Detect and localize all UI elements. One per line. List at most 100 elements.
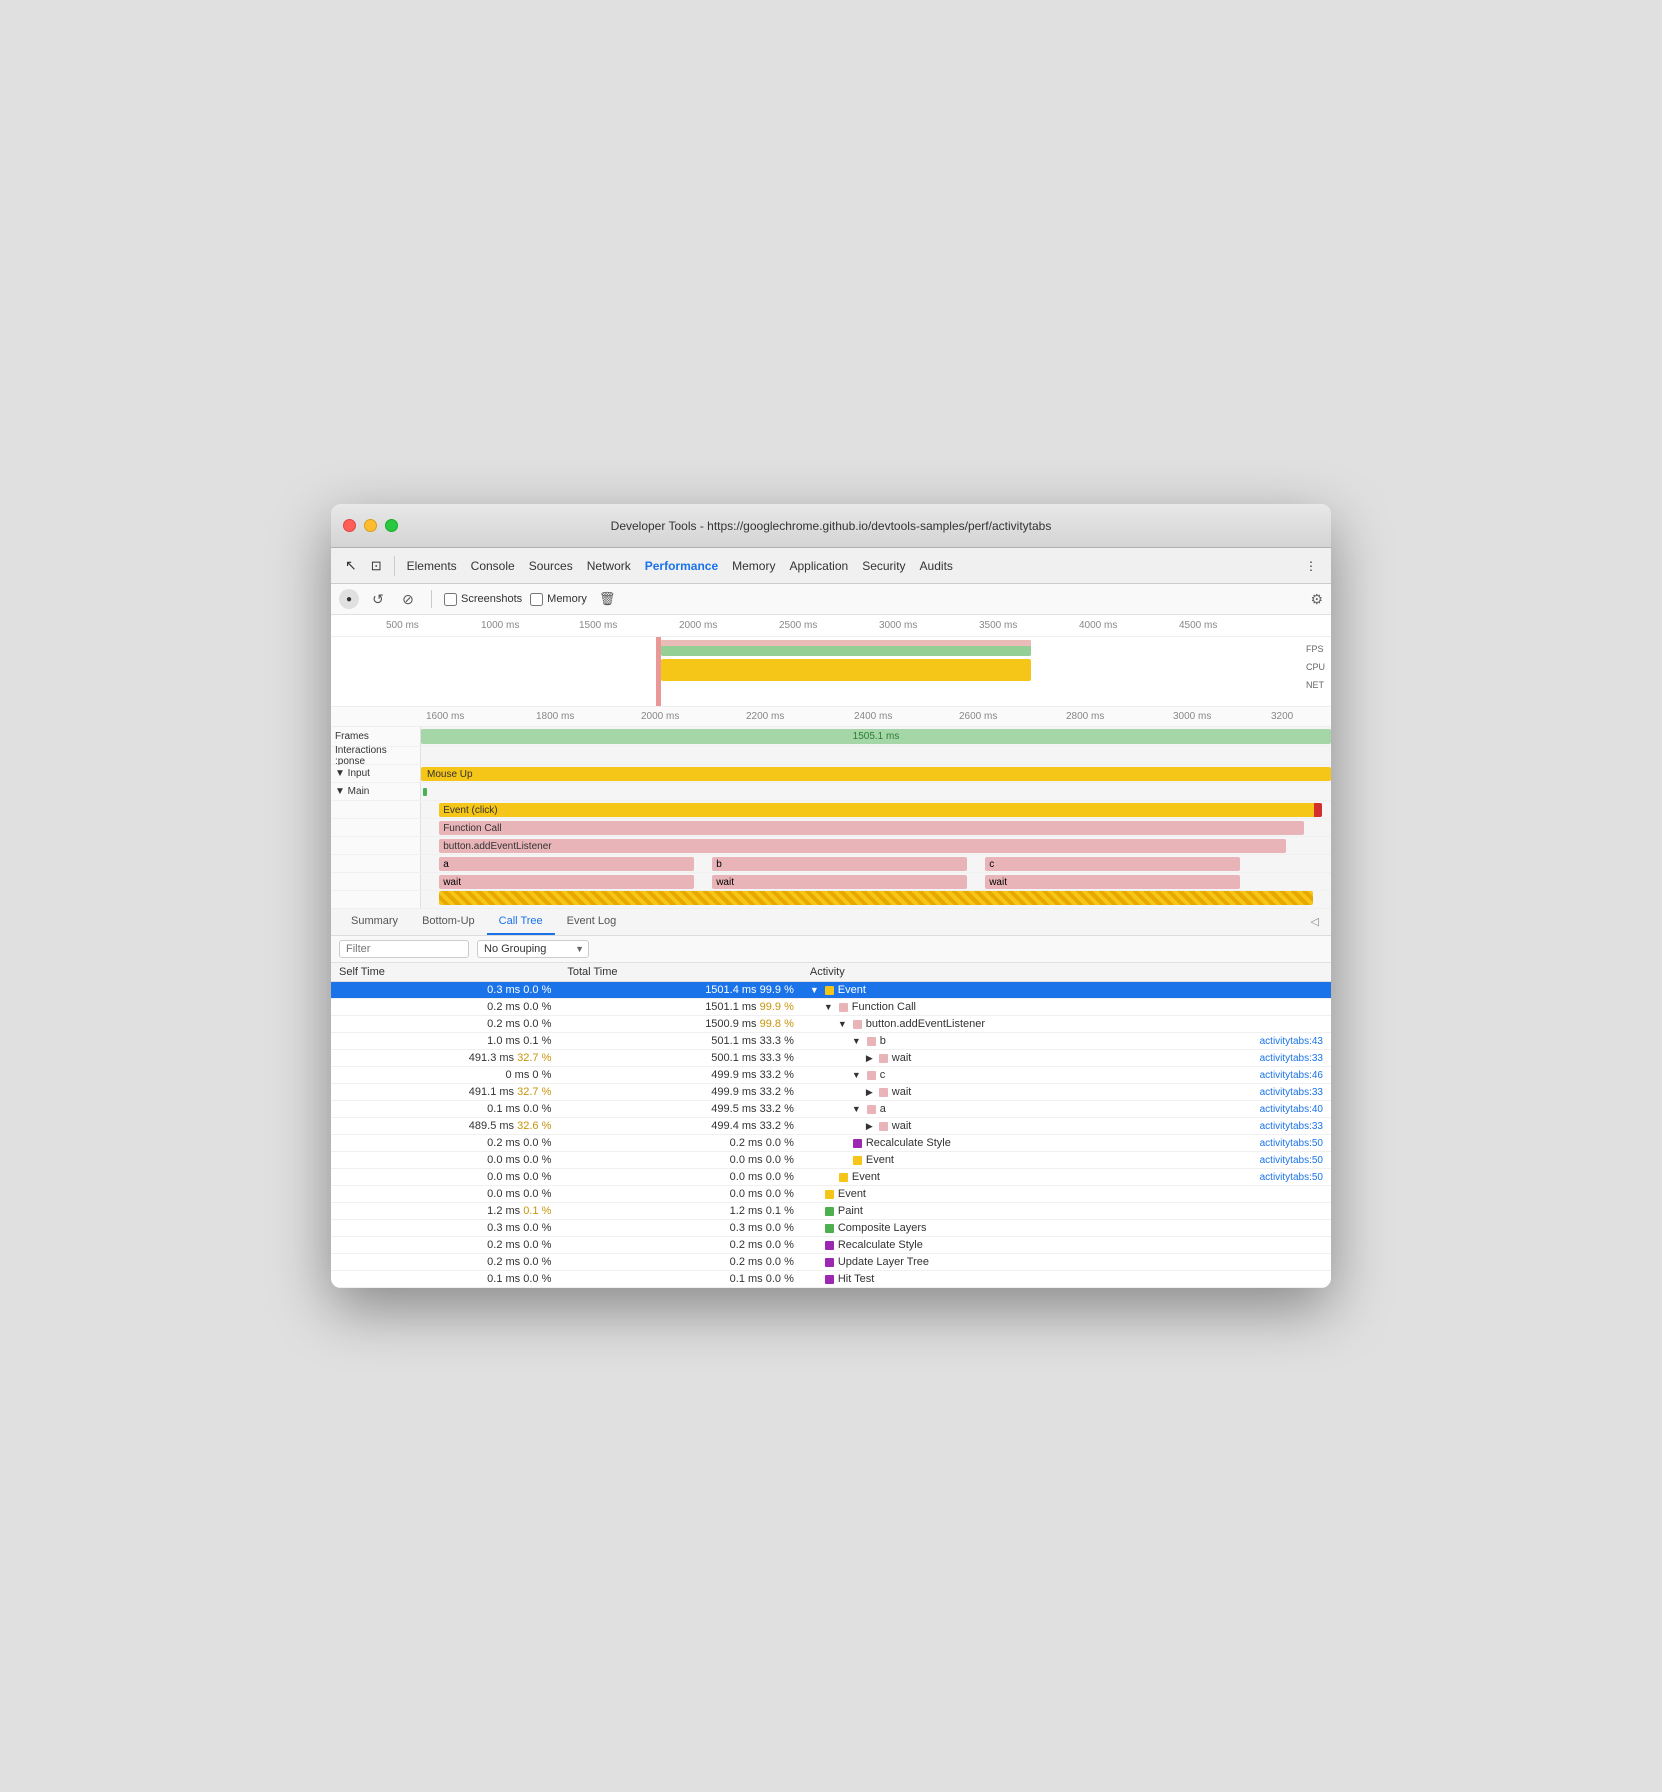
minimize-button[interactable] — [364, 519, 377, 532]
tab-sources[interactable]: Sources — [523, 556, 579, 576]
memory-checkbox[interactable] — [530, 593, 543, 606]
activity-color-swatch — [839, 1173, 848, 1182]
activity-link[interactable]: activitytabs:33 — [1260, 1053, 1323, 1064]
screenshots-checkbox-label[interactable]: Screenshots — [444, 593, 522, 606]
tab-event-log[interactable]: Event Log — [555, 909, 629, 935]
expand-arrow[interactable]: ▼ — [838, 1019, 847, 1029]
call-tree-table-container[interactable]: Self Time Total Time Activity 0.3 ms 0.0… — [331, 963, 1331, 1288]
tab-security[interactable]: Security — [856, 556, 911, 576]
activity-link[interactable]: activitytabs:50 — [1260, 1155, 1323, 1166]
tab-performance[interactable]: Performance — [639, 556, 724, 576]
panel-toggle-button[interactable]: ⊡ — [365, 555, 388, 577]
cursor-tool-button[interactable]: ↖ — [339, 554, 363, 577]
expand-arrow[interactable]: ▶ — [866, 1121, 873, 1132]
table-row[interactable]: 0.3 ms 0.0 %0.3 ms 0.0 %Composite Layers — [331, 1220, 1331, 1237]
activity-link[interactable]: activitytabs:50 — [1260, 1172, 1323, 1183]
expand-arrow[interactable]: ▼ — [824, 1002, 833, 1012]
table-row[interactable]: 491.1 ms 32.7 %499.9 ms 33.2 %▶waitactiv… — [331, 1084, 1331, 1101]
cell-total-time: 1501.4 ms 99.9 % — [559, 982, 802, 999]
tab-network[interactable]: Network — [581, 556, 637, 576]
activity-color-swatch — [879, 1088, 888, 1097]
collapse-panel-button[interactable]: ◁ — [1307, 909, 1323, 935]
tab-bottom-up[interactable]: Bottom-Up — [410, 909, 487, 935]
tab-console[interactable]: Console — [465, 556, 521, 576]
traffic-lights — [343, 519, 398, 532]
call-tree-table: Self Time Total Time Activity 0.3 ms 0.0… — [331, 963, 1331, 1288]
maximize-button[interactable] — [385, 519, 398, 532]
grouping-select[interactable]: No Grouping Group by Activity Group by U… — [477, 940, 589, 958]
table-row[interactable]: 0.2 ms 0.0 %0.2 ms 0.0 %Update Layer Tre… — [331, 1254, 1331, 1271]
table-row[interactable]: 0.0 ms 0.0 %0.0 ms 0.0 %Eventactivitytab… — [331, 1152, 1331, 1169]
flame-row-event-click-label — [331, 801, 421, 818]
expand-arrow[interactable]: ▼ — [852, 1036, 861, 1046]
tab-elements[interactable]: Elements — [401, 556, 463, 576]
settings-button[interactable]: ⚙ — [1310, 591, 1323, 608]
cell-total-time: 0.2 ms 0.0 % — [559, 1254, 802, 1271]
activity-link[interactable]: activitytabs:46 — [1260, 1070, 1323, 1081]
event-click-bar: Event (click) — [439, 803, 1322, 817]
th-total-time: Total Time — [559, 963, 802, 982]
main-track-header: ▼ Main — [331, 783, 1331, 801]
expand-arrow[interactable]: ▶ — [866, 1053, 873, 1064]
main-toolbar: ↖ ⊡ Elements Console Sources Network Per… — [331, 548, 1331, 584]
activity-link[interactable]: activitytabs:33 — [1260, 1087, 1323, 1098]
table-row[interactable]: 489.5 ms 32.6 %499.4 ms 33.2 %▶waitactiv… — [331, 1118, 1331, 1135]
cell-activity: Eventactivitytabs:50 — [802, 1169, 1331, 1186]
table-row[interactable]: 0.2 ms 0.0 %1500.9 ms 99.8 %▼button.addE… — [331, 1016, 1331, 1033]
flame-row-addeventlistener-content: button.addEventListener — [421, 837, 1331, 855]
flame-row-wait: wait wait wait — [331, 873, 1331, 891]
table-row[interactable]: 0 ms 0 %499.9 ms 33.2 %▼cactivitytabs:46 — [331, 1067, 1331, 1084]
tab-call-tree[interactable]: Call Tree — [487, 909, 555, 935]
filter-input[interactable] — [339, 940, 469, 958]
th-self-time: Self Time — [331, 963, 559, 982]
memory-checkbox-label[interactable]: Memory — [530, 593, 587, 606]
table-row[interactable]: 0.0 ms 0.0 %0.0 ms 0.0 %Event — [331, 1186, 1331, 1203]
cell-activity: ▼aactivitytabs:40 — [802, 1101, 1331, 1118]
table-row[interactable]: 0.2 ms 0.0 %1501.1 ms 99.9 %▼Function Ca… — [331, 999, 1331, 1016]
cell-self-time: 1.2 ms 0.1 % — [331, 1203, 559, 1220]
table-row[interactable]: 0.0 ms 0.0 %0.0 ms 0.0 %Eventactivitytab… — [331, 1169, 1331, 1186]
expand-arrow[interactable]: ▶ — [866, 1087, 873, 1098]
activity-link[interactable]: activitytabs:33 — [1260, 1121, 1323, 1132]
table-row[interactable]: 0.3 ms 0.0 %1501.4 ms 99.9 %▼Event — [331, 982, 1331, 999]
close-button[interactable] — [343, 519, 356, 532]
screenshots-checkbox[interactable] — [444, 593, 457, 606]
activity-link[interactable]: activitytabs:43 — [1260, 1036, 1323, 1047]
table-row[interactable]: 0.1 ms 0.0 %499.5 ms 33.2 %▼aactivitytab… — [331, 1101, 1331, 1118]
tab-audits[interactable]: Audits — [914, 556, 959, 576]
activity-name: Paint — [838, 1205, 863, 1217]
more-tools-button[interactable]: ⋮ — [1299, 556, 1323, 576]
expand-arrow[interactable]: ▼ — [852, 1104, 861, 1114]
cell-total-time: 500.1 ms 33.3 % — [559, 1050, 802, 1067]
table-row[interactable]: 491.3 ms 32.7 %500.1 ms 33.3 %▶waitactiv… — [331, 1050, 1331, 1067]
activity-link[interactable]: activitytabs:50 — [1260, 1138, 1323, 1149]
reload-record-button[interactable]: ↺ — [367, 588, 389, 610]
main-label: ▼ Main — [331, 783, 421, 800]
record-button[interactable]: ● — [339, 589, 359, 609]
table-row[interactable]: 0.2 ms 0.0 %0.2 ms 0.0 %Recalculate Styl… — [331, 1135, 1331, 1152]
cell-self-time: 1.0 ms 0.1 % — [331, 1033, 559, 1050]
cell-total-time: 1.2 ms 0.1 % — [559, 1203, 802, 1220]
table-row[interactable]: 1.2 ms 0.1 %1.2 ms 0.1 % Paint — [331, 1203, 1331, 1220]
ruler2-tick-2000: 2000 ms — [641, 711, 679, 722]
clear-button[interactable]: 🗑 — [599, 591, 616, 607]
table-row[interactable]: 1.0 ms 0.1 %501.1 ms 33.3 %▼bactivitytab… — [331, 1033, 1331, 1050]
stop-button[interactable]: ⊘ — [397, 588, 419, 610]
expand-arrow[interactable]: ▼ — [852, 1070, 861, 1080]
table-row[interactable]: 0.1 ms 0.0 %0.1 ms 0.0 %Hit Test — [331, 1271, 1331, 1288]
tab-summary[interactable]: Summary — [339, 909, 410, 935]
ruler-tick-3500: 3500 ms — [979, 620, 1017, 631]
cell-activity: ▼Event — [802, 982, 1331, 999]
cell-total-time: 501.1 ms 33.3 % — [559, 1033, 802, 1050]
ruler2-tick-2200: 2200 ms — [746, 711, 784, 722]
tab-memory[interactable]: Memory — [726, 556, 781, 576]
flame-row-addeventlistener: button.addEventListener — [331, 837, 1331, 855]
tab-application[interactable]: Application — [783, 556, 854, 576]
cell-total-time: 499.5 ms 33.2 % — [559, 1101, 802, 1118]
activity-link[interactable]: activitytabs:40 — [1260, 1104, 1323, 1115]
expand-arrow[interactable]: ▼ — [810, 985, 819, 995]
table-row[interactable]: 0.2 ms 0.0 %0.2 ms 0.0 %Recalculate Styl… — [331, 1237, 1331, 1254]
c-bar: c — [985, 857, 1240, 871]
ruler2-tick-1600: 1600 ms — [426, 711, 464, 722]
th-activity: Activity — [802, 963, 1331, 982]
